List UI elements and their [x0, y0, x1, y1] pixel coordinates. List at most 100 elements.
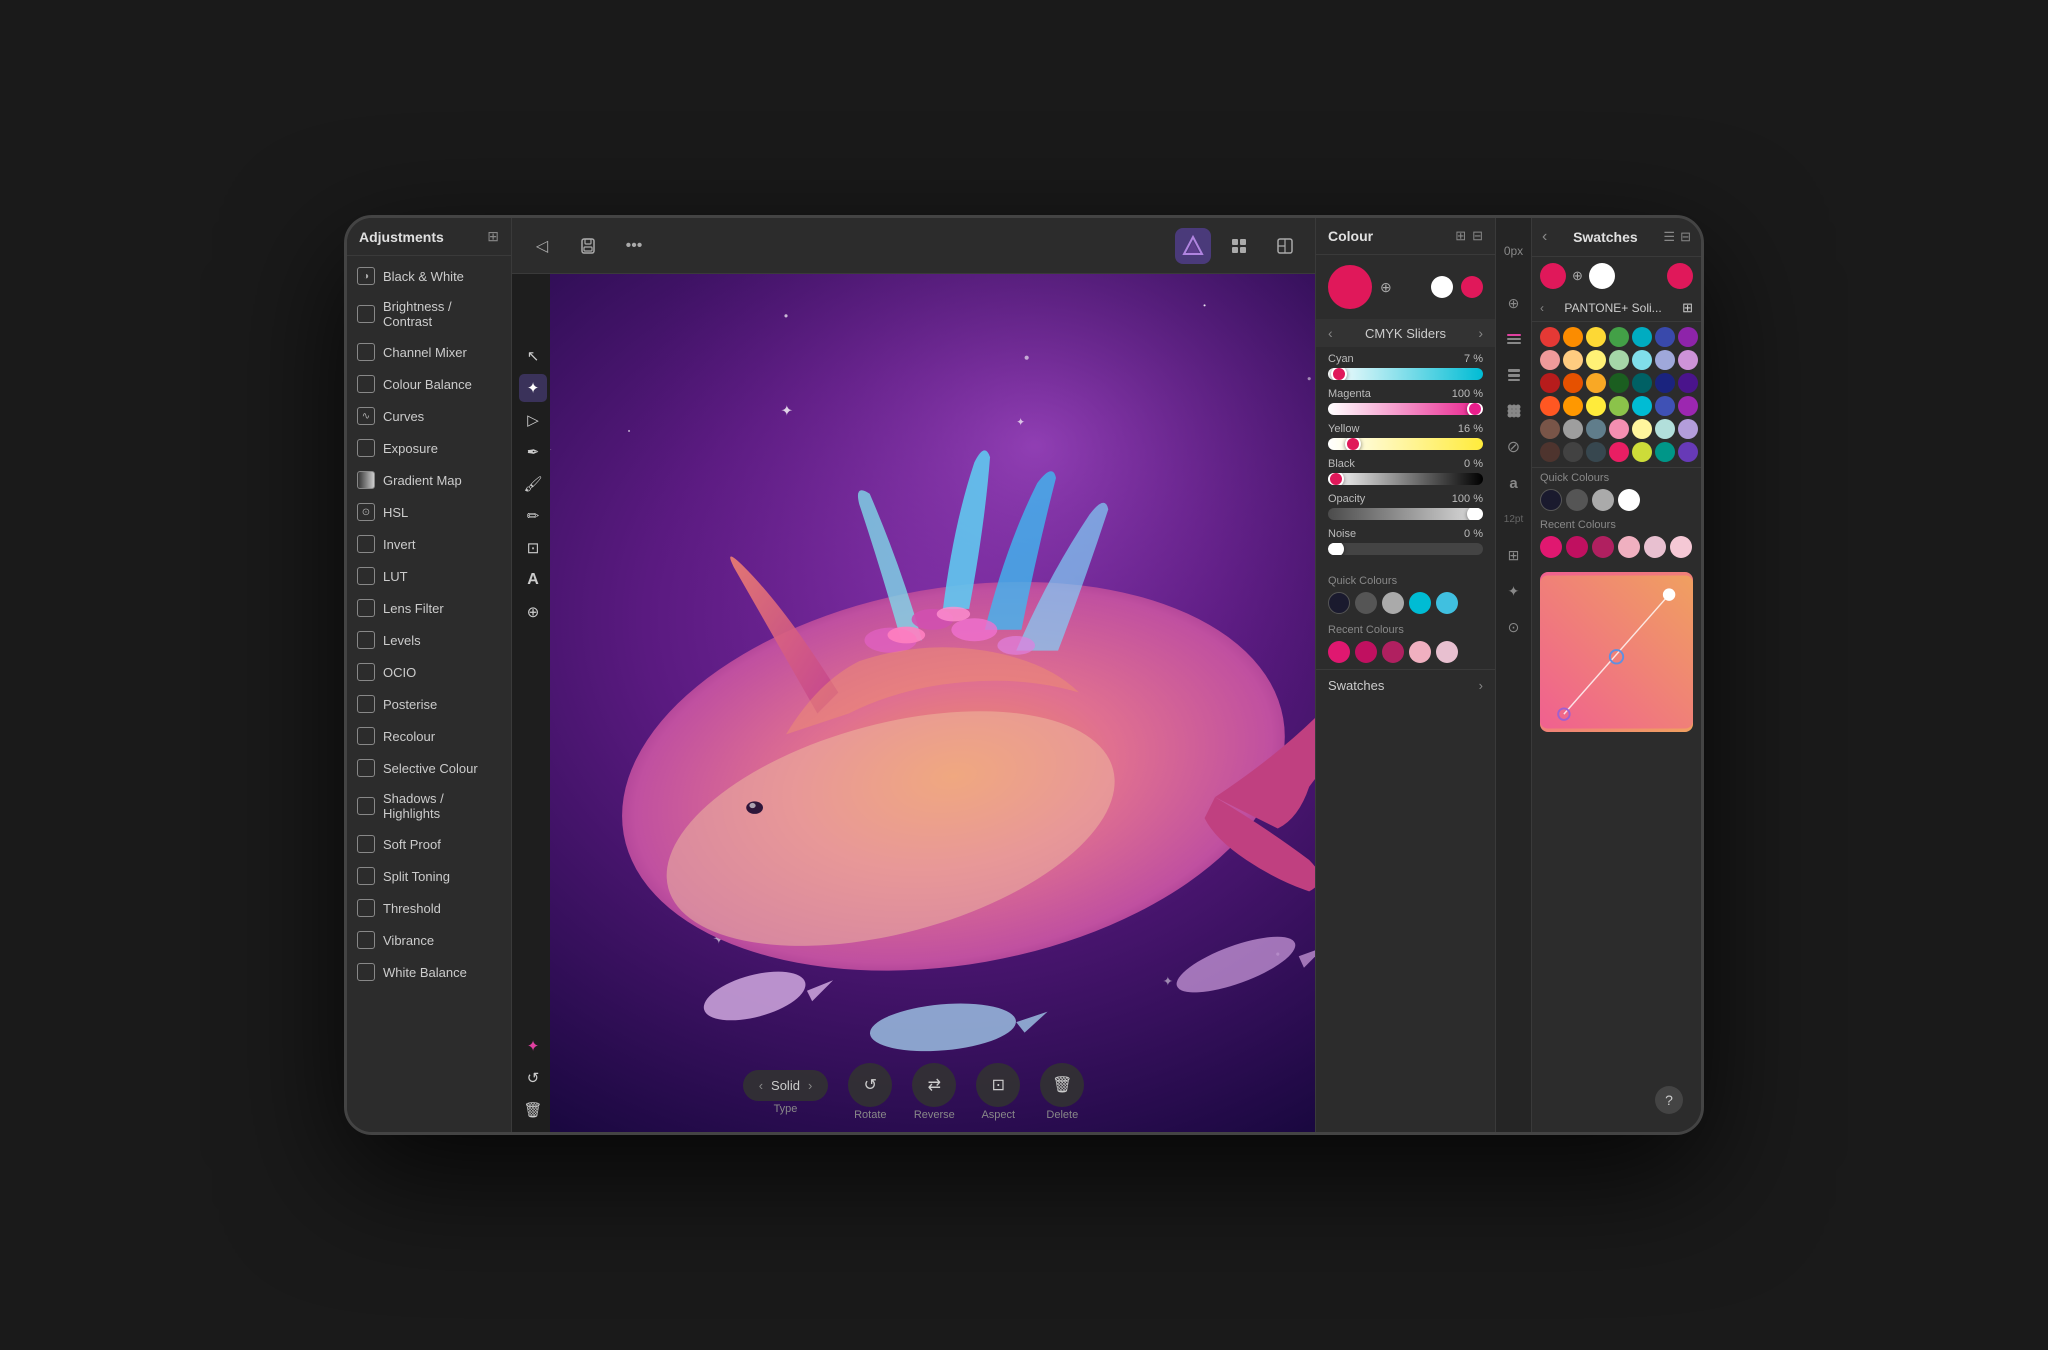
text-tool[interactable]: A: [519, 566, 547, 594]
sw-quick-colour-1[interactable]: [1566, 489, 1588, 511]
pencil-tool[interactable]: ✏: [519, 502, 547, 530]
quick-colour-4[interactable]: [1436, 592, 1458, 614]
swatch-cell-2[interactable]: [1586, 327, 1606, 347]
swatches-link[interactable]: Swatches ›: [1316, 669, 1495, 701]
layers-icon-btn[interactable]: 0px: [1499, 236, 1529, 266]
adjustments-settings-icon[interactable]: ⊞: [487, 228, 499, 245]
pantone-row[interactable]: ‹ PANTONE+ Soli... ⊞: [1532, 295, 1701, 322]
noise-slider-thumb[interactable]: [1328, 543, 1344, 555]
opacity-slider-thumb[interactable]: [1467, 508, 1483, 520]
far-colour-swatch[interactable]: [1461, 276, 1483, 298]
adj-item-black-white[interactable]: ◑Black & White: [347, 260, 511, 292]
swatch-white[interactable]: [1589, 263, 1615, 289]
recent-colour-1[interactable]: [1355, 641, 1377, 663]
swatch-cell-3[interactable]: [1609, 327, 1629, 347]
pen-tool[interactable]: ✒: [519, 438, 547, 466]
swatch-cell-28[interactable]: [1540, 419, 1560, 439]
swatches-prev-arrow[interactable]: ‹: [1542, 228, 1547, 246]
magenta-slider-track[interactable]: [1328, 403, 1483, 415]
type-chevron-right[interactable]: ›: [808, 1078, 812, 1093]
recent-colour-2[interactable]: [1382, 641, 1404, 663]
affinity-logo-button[interactable]: [1175, 228, 1211, 264]
swatch-cell-6[interactable]: [1678, 327, 1698, 347]
swatch-cell-41[interactable]: [1678, 442, 1698, 462]
adj-item-split-toning[interactable]: Split Toning: [347, 860, 511, 892]
swatch-cell-38[interactable]: [1609, 442, 1629, 462]
node-tool[interactable]: ▷: [519, 406, 547, 434]
yellow-slider-thumb[interactable]: [1345, 438, 1361, 450]
sw-recent-colour-0[interactable]: [1540, 536, 1562, 558]
clock-icon-btn[interactable]: ⊙: [1499, 612, 1529, 642]
primary-colour-swatch[interactable]: [1328, 265, 1372, 309]
adj-item-curves[interactable]: ∿Curves: [347, 400, 511, 432]
paint-brush-tool[interactable]: 🖌: [519, 470, 547, 498]
save-button[interactable]: [570, 228, 606, 264]
sw-recent-colour-3[interactable]: [1618, 536, 1640, 558]
swatch-cell-35[interactable]: [1540, 442, 1560, 462]
colour-sliders-icon-btn[interactable]: [1499, 324, 1529, 354]
delete-button[interactable]: 🗑: [1040, 1063, 1084, 1107]
swatch-cell-8[interactable]: [1563, 350, 1583, 370]
swatch-cell-13[interactable]: [1678, 350, 1698, 370]
recent-colour-0[interactable]: [1328, 641, 1350, 663]
sw-quick-colour-2[interactable]: [1592, 489, 1614, 511]
black-slider-thumb[interactable]: [1328, 473, 1344, 485]
swatch-cell-0[interactable]: [1540, 327, 1560, 347]
swatch-cell-31[interactable]: [1609, 419, 1629, 439]
swatch-cell-40[interactable]: [1655, 442, 1675, 462]
swatch-cell-15[interactable]: [1563, 373, 1583, 393]
secondary-colour-swatch[interactable]: [1431, 276, 1453, 298]
color-indicator[interactable]: ✦: [519, 1032, 547, 1060]
swatches-grid-toggle[interactable]: ⊞: [1682, 300, 1693, 316]
adj-item-hsl[interactable]: ⊙HSL: [347, 496, 511, 528]
sparkle-icon-btn[interactable]: ✦: [1499, 576, 1529, 606]
select-tool[interactable]: ↖: [519, 342, 547, 370]
recent-colour-4[interactable]: [1436, 641, 1458, 663]
cyan-slider-thumb[interactable]: [1331, 368, 1347, 380]
colour-wheel-icon-btn[interactable]: ⊕: [1499, 288, 1529, 318]
swatch-cell-33[interactable]: [1655, 419, 1675, 439]
adj-item-gradient-map[interactable]: Gradient Map: [347, 464, 511, 496]
adj-item-levels[interactable]: Levels: [347, 624, 511, 656]
swatch-primary[interactable]: [1540, 263, 1566, 289]
swatch-cell-18[interactable]: [1632, 373, 1652, 393]
more-button[interactable]: •••: [616, 228, 652, 264]
adj-item-recolour[interactable]: Recolour: [347, 720, 511, 752]
brush-icon-btn[interactable]: ⊘: [1499, 432, 1529, 462]
quick-colour-3[interactable]: [1409, 592, 1431, 614]
sw-quick-colour-3[interactable]: [1618, 489, 1640, 511]
adj-item-shadows-highlights[interactable]: Shadows / Highlights: [347, 784, 511, 828]
back-button[interactable]: ◁: [524, 228, 560, 264]
adj-item-selective-colour[interactable]: Selective Colour: [347, 752, 511, 784]
grid-toggle-button[interactable]: [1221, 228, 1257, 264]
sw-recent-colour-2[interactable]: [1592, 536, 1614, 558]
layout-button[interactable]: [1267, 228, 1303, 264]
crop-tool[interactable]: ⊡: [519, 534, 547, 562]
swatch-cell-14[interactable]: [1540, 373, 1560, 393]
opacity-slider-track[interactable]: [1328, 508, 1483, 520]
adj-item-lut[interactable]: LUT: [347, 560, 511, 592]
colour-settings-icon[interactable]: ⊟: [1472, 228, 1483, 244]
reverse-button[interactable]: ⇄: [912, 1063, 956, 1107]
swatch-cell-25[interactable]: [1632, 396, 1652, 416]
swatch-cell-29[interactable]: [1563, 419, 1583, 439]
quick-colour-0[interactable]: [1328, 592, 1350, 614]
swatch-cell-21[interactable]: [1540, 396, 1560, 416]
swatch-cell-1[interactable]: [1563, 327, 1583, 347]
swatch-cell-11[interactable]: [1632, 350, 1652, 370]
adj-item-lens-filter[interactable]: Lens Filter: [347, 592, 511, 624]
text-icon-btn[interactable]: a: [1499, 468, 1529, 498]
recent-colour-3[interactable]: [1409, 641, 1431, 663]
artwork-canvas[interactable]: ✦ ✦ ✦ ✦ ✦: [550, 274, 1315, 1132]
colour-expand-icon[interactable]: ⊞: [1455, 228, 1466, 244]
black-slider-track[interactable]: [1328, 473, 1483, 485]
swatch-cell-39[interactable]: [1632, 442, 1652, 462]
filter-icon-btn[interactable]: ⊞: [1499, 540, 1529, 570]
swatches-eyedropper[interactable]: ⊕: [1572, 268, 1583, 284]
swatch-cell-32[interactable]: [1632, 419, 1652, 439]
magenta-slider-thumb[interactable]: [1467, 403, 1483, 415]
type-chevron-left[interactable]: ‹: [759, 1078, 763, 1093]
aspect-button[interactable]: ⊡: [976, 1063, 1020, 1107]
sw-recent-colour-1[interactable]: [1566, 536, 1588, 558]
swatch-cell-27[interactable]: [1678, 396, 1698, 416]
